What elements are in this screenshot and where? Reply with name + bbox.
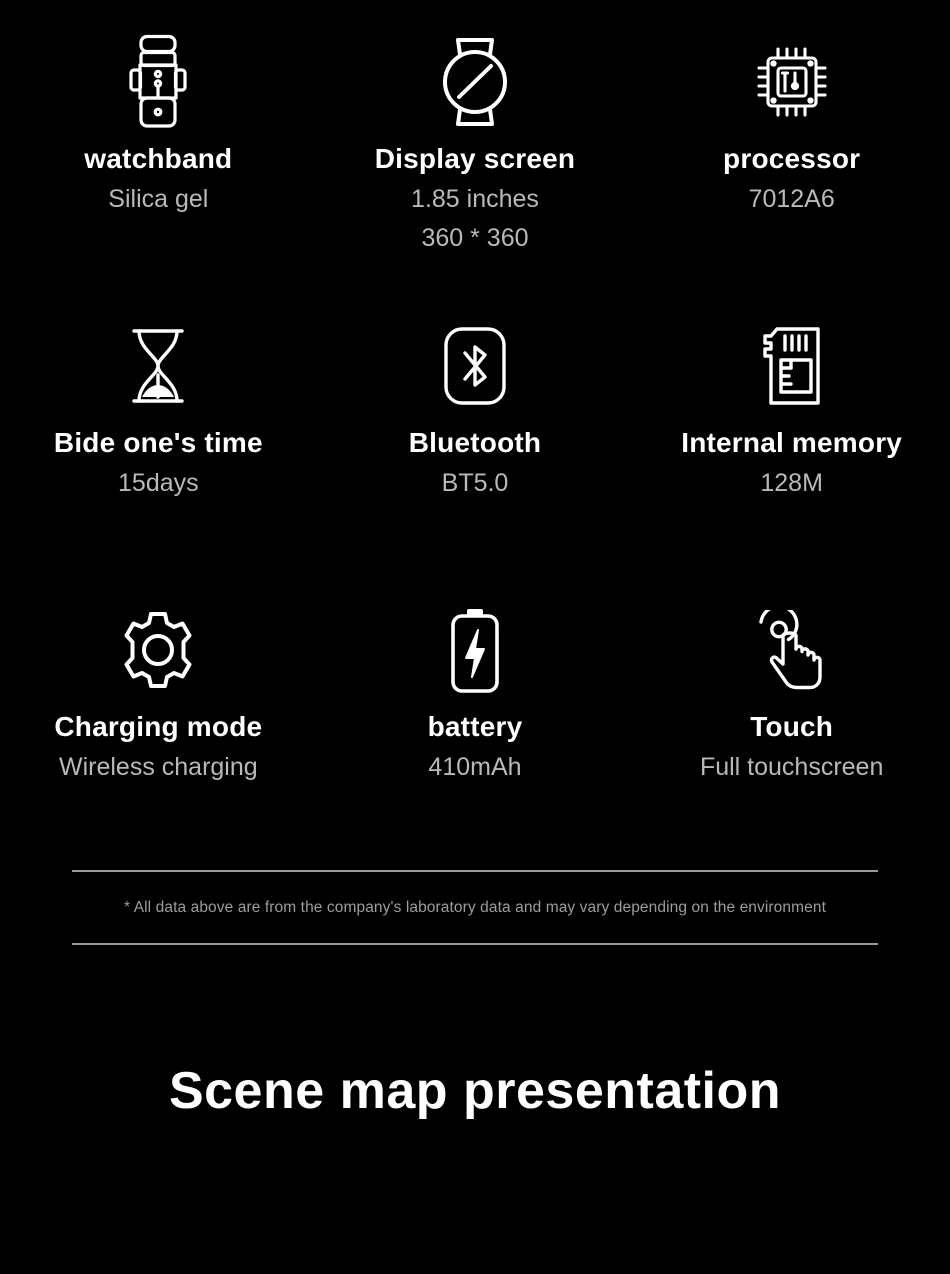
spec-value: 1.85 inches <box>411 184 539 213</box>
spec-cell-battery-life: Bide one's time 15days <box>0 298 317 582</box>
spec-cell-bluetooth: Bluetooth BT5.0 <box>317 298 634 582</box>
spec-value: Silica gel <box>108 184 209 213</box>
spec-cell-watchband: watchband Silica gel <box>0 14 317 298</box>
spec-title: Bluetooth <box>408 427 542 458</box>
watch-display-icon <box>434 30 516 134</box>
spec-title: Display screen <box>374 143 576 174</box>
spec-title: processor <box>723 143 861 174</box>
memory-card-icon <box>759 314 825 418</box>
spec-value: 7012A6 <box>748 184 835 213</box>
touch-hand-icon <box>750 598 834 702</box>
bottom-heading-section: Scene map presentation <box>0 945 950 1274</box>
processor-chip-icon <box>749 30 835 134</box>
gear-icon <box>118 598 198 702</box>
spec-value: 128M <box>760 468 823 497</box>
spec-cell-charging-mode: Charging mode Wireless charging <box>0 582 317 866</box>
spec-value: Wireless charging <box>58 752 258 781</box>
spec-cell-display-screen: Display screen 1.85 inches 360 * 360 <box>317 14 634 298</box>
spec-title: Internal memory <box>681 427 903 458</box>
spec-cell-internal-memory: Internal memory 128M <box>633 298 950 582</box>
spec-cell-battery: battery 410mAh <box>317 582 634 866</box>
spec-title: battery <box>427 711 523 742</box>
spec-value: 410mAh <box>428 752 522 781</box>
spec-grid: watchband Silica gel Display screen 1.85… <box>0 0 950 866</box>
spec-title: Bide one's time <box>53 427 263 458</box>
spec-value: Full touchscreen <box>699 752 884 781</box>
spec-value-secondary: 360 * 360 <box>421 223 529 252</box>
disclaimer-text: * All data above are from the company's … <box>124 899 826 916</box>
spec-sheet-page: watchband Silica gel Display screen 1.85… <box>0 0 950 1274</box>
watchband-icon <box>127 30 189 134</box>
spec-title: Charging mode <box>54 711 263 742</box>
page-title: Scene map presentation <box>168 1061 782 1120</box>
bluetooth-icon <box>443 314 507 418</box>
spec-title: Touch <box>750 711 834 742</box>
disclaimer-block: * All data above are from the company's … <box>0 870 950 945</box>
spec-value: 15days <box>118 468 199 497</box>
battery-charging-icon <box>447 598 503 702</box>
spec-value: BT5.0 <box>441 468 509 497</box>
spec-title: watchband <box>84 143 233 174</box>
hourglass-icon <box>124 314 192 418</box>
spec-cell-touch: Touch Full touchscreen <box>633 582 950 866</box>
spec-cell-processor: processor 7012A6 <box>633 14 950 298</box>
